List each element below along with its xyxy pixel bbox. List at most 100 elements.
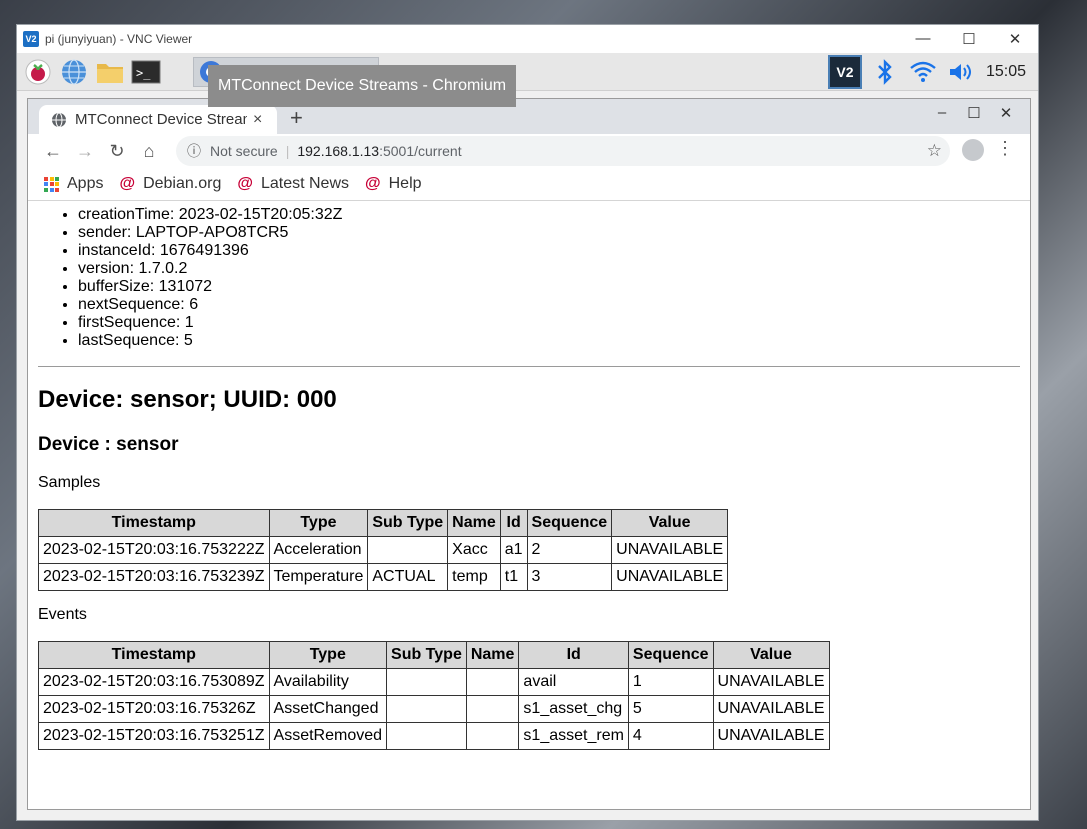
bookmark-label: Debian.org (143, 175, 222, 192)
browser-maximize-button[interactable]: ☐ (958, 104, 990, 122)
table-cell (465, 668, 520, 696)
url-path: :5001/current (379, 143, 462, 159)
wifi-icon[interactable] (908, 57, 938, 87)
table-cell: AssetRemoved (268, 722, 388, 750)
debian-swirl-icon: @ (119, 175, 136, 192)
new-tab-button[interactable]: + (290, 105, 303, 131)
bookmark-label: Latest News (260, 175, 350, 192)
table-cell: temp (447, 563, 501, 591)
browser-minimize-button[interactable]: – (926, 104, 958, 122)
column-header: Value (712, 641, 830, 669)
bookmark-label: Help (388, 175, 422, 192)
volume-icon[interactable] (946, 57, 976, 87)
table-cell (386, 695, 467, 723)
tab-mtconnect[interactable]: MTConnect Device Streams × (39, 105, 277, 134)
browser-window-controls: – ☐ ✕ (926, 104, 1022, 122)
table-cell: Acceleration (268, 536, 369, 564)
apps-dot (44, 176, 48, 181)
address-bar[interactable]: ⓘ Not secure | 192.168.1.13:5001/current… (176, 136, 950, 166)
divider (38, 366, 1020, 367)
header-info-item: version: 1.7.0.2 (78, 260, 1020, 278)
bluetooth-icon[interactable] (870, 57, 900, 87)
apps-dot (55, 187, 59, 192)
vnc-window-controls: — ☐ ✕ (900, 30, 1038, 48)
vnc-tray-icon[interactable]: V2 (827, 54, 862, 89)
globe-favicon-icon (52, 112, 66, 127)
table-cell: avail (518, 668, 629, 696)
apps-dot (49, 176, 54, 181)
table-cell: 2023-02-15T20:03:16.75326Z (38, 695, 270, 723)
folder-icon[interactable] (95, 57, 125, 87)
samples-table: Timestamp Type Sub Type Name Id Sequence Value… (38, 509, 729, 591)
column-header: Type (268, 641, 388, 669)
column-header: Sequence (627, 641, 714, 669)
table-cell: 5 (627, 695, 714, 723)
omnibox-separator: | (285, 143, 290, 159)
apps-dot (44, 187, 48, 192)
home-button[interactable]: ⌂ (134, 141, 164, 162)
browser-close-button[interactable]: ✕ (990, 104, 1022, 122)
table-cell (367, 536, 449, 564)
tab-close-icon[interactable]: × (253, 111, 262, 129)
tab-title: MTConnect Device Streams (75, 111, 247, 128)
table-row: 2023-02-15T20:03:16.753222Z Acceleration X… (38, 536, 729, 564)
table-cell: s1_asset_chg (518, 695, 629, 723)
vnc-logo-icon: V2 (23, 31, 39, 47)
table-row: 2023-02-15T20:03:16.753251Z AssetRemoved s… (38, 722, 830, 750)
globe-icon[interactable] (59, 57, 89, 87)
vnc-maximize-button[interactable]: ☐ (946, 30, 992, 48)
table-cell: 4 (627, 722, 714, 750)
table-cell: 2023-02-15T20:03:16.753251Z (38, 722, 270, 750)
bookmark-latest-news[interactable]: @ Latest News (237, 175, 349, 193)
header-info-list: creationTime: 2023-02-15T20:05:32Zsender… (78, 206, 1020, 350)
terminal-icon[interactable]: >_ (131, 57, 161, 87)
forward-button[interactable]: → (70, 141, 100, 162)
bookmark-debian[interactable]: @ Debian.org (119, 175, 221, 193)
vnc-tray-label: V2 (836, 63, 854, 80)
table-cell (465, 695, 520, 723)
header-info-item: sender: LAPTOP-APO8TCR5 (78, 224, 1020, 242)
back-button[interactable]: ← (38, 141, 68, 162)
table-cell: 2023-02-15T20:03:16.753089Z (38, 668, 270, 696)
bookmark-help[interactable]: @ Help (365, 175, 422, 193)
tab-strip: MTConnect Device Streams × + – ☐ ✕ (28, 99, 1030, 134)
bookmarks-bar: Apps @ Debian.org @ Latest News @ Help (28, 168, 1030, 201)
column-header: Type (268, 509, 369, 537)
column-header: Timestamp (38, 641, 270, 669)
column-header: Id (518, 641, 629, 669)
reload-button[interactable]: ↻ (102, 141, 132, 162)
events-label: Events (38, 606, 87, 623)
vnc-minimize-button[interactable]: — (900, 30, 946, 48)
table-cell: 2023-02-15T20:03:16.753222Z (38, 536, 270, 564)
profile-avatar[interactable] (962, 139, 984, 161)
apps-dot (55, 182, 59, 186)
table-cell: UNAVAILABLE (712, 695, 830, 723)
bookmark-label: Apps (67, 175, 104, 192)
column-header: Sub Type (386, 641, 467, 669)
table-cell: ACTUAL (367, 563, 449, 591)
apps-dot (49, 182, 54, 186)
vnc-close-button[interactable]: ✕ (992, 30, 1038, 48)
vnc-viewer-window: V2 pi (junyiyuan) - VNC Viewer — ☐ ✕ >_ … (16, 24, 1039, 821)
raspberry-icon[interactable] (23, 57, 53, 87)
apps-dot (49, 187, 54, 192)
bookmark-apps[interactable]: Apps (44, 175, 103, 193)
column-header: Sub Type (367, 509, 449, 537)
vnc-titlebar: V2 pi (junyiyuan) - VNC Viewer — ☐ ✕ (17, 25, 1038, 53)
header-info-item: instanceId: 1676491396 (78, 242, 1020, 260)
table-cell (386, 668, 467, 696)
desktop-panel: >_ V2 15:05 (17, 53, 1038, 91)
table-cell: AssetChanged (268, 695, 388, 723)
apps-dot (55, 176, 59, 181)
info-icon[interactable]: ⓘ (184, 141, 204, 161)
page-content: creationTime: 2023-02-15T20:05:32Zsender… (28, 202, 1030, 809)
table-cell: s1_asset_rem (518, 722, 629, 750)
bookmark-star-icon[interactable]: ☆ (927, 141, 942, 161)
table-cell (386, 722, 467, 750)
menu-icon[interactable]: ⋮ (996, 138, 1014, 159)
system-tray: V2 15:05 (820, 53, 1038, 90)
vnc-window-title: pi (junyiyuan) - VNC Viewer (45, 32, 193, 46)
table-cell: Temperature (268, 563, 369, 591)
header-info-item: firstSequence: 1 (78, 314, 1020, 332)
column-header: Sequence (526, 509, 613, 537)
